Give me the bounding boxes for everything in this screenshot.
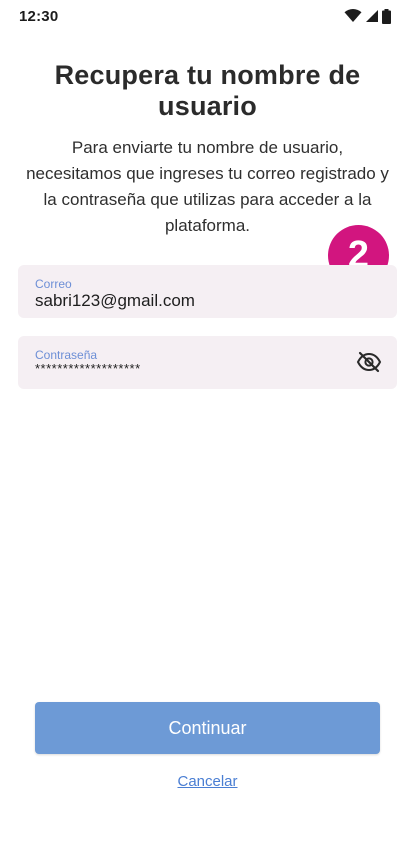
status-bar: 12:30 [0,0,415,32]
email-field-value[interactable]: sabri123@gmail.com [35,291,195,311]
page-title: Recupera tu nombre de usuario [54,60,361,121]
signal-icon [366,10,378,22]
continue-button[interactable]: Continuar [35,702,380,754]
status-time: 12:30 [19,7,59,25]
wifi-icon [344,9,362,22]
password-field-label: Contraseña [35,348,98,362]
status-icons [344,8,391,24]
battery-icon [382,8,391,24]
password-field[interactable]: Contraseña ******************* [18,336,397,389]
email-field[interactable]: Correo sabri123@gmail.com [18,265,397,318]
password-field-value[interactable]: ******************* [35,361,141,376]
cancel-link[interactable]: Cancelar [0,773,415,790]
password-visibility-toggle[interactable] [355,350,383,374]
email-field-label: Correo [35,277,72,291]
eye-off-icon [356,351,382,373]
page-description: Para enviarte tu nombre de usuario, nece… [26,138,389,235]
recover-username-screen: 12:30 Recupera tu nombre de usuario Para… [0,0,415,848]
